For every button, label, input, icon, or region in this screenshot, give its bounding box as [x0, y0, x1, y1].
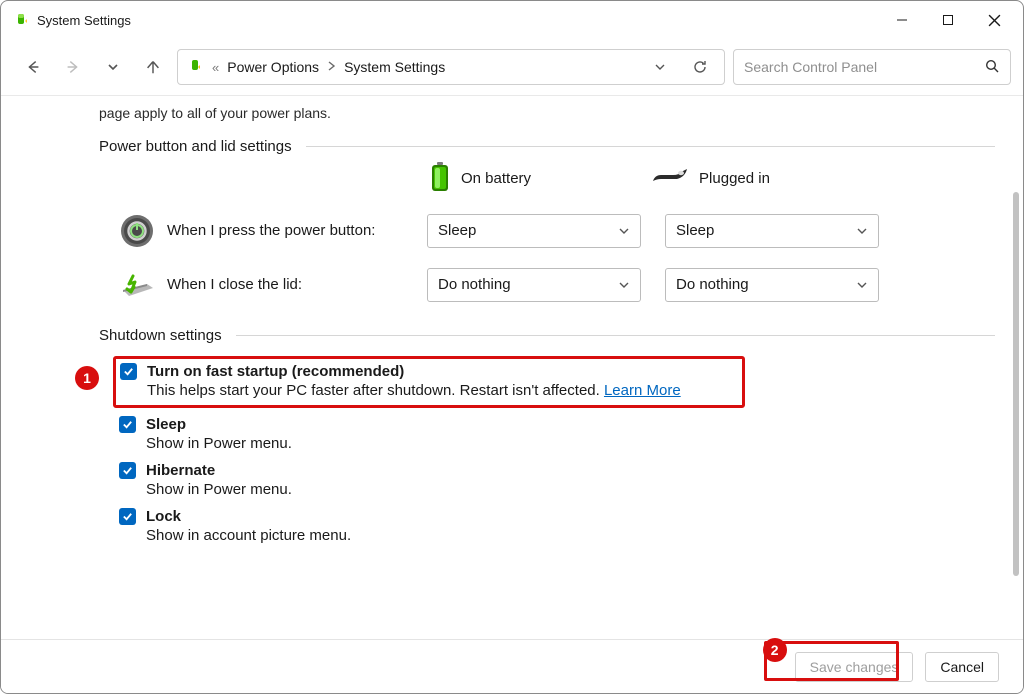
system-settings-window: System Settings	[0, 0, 1024, 694]
chevron-down-icon	[856, 225, 868, 237]
item-desc: Show in Power menu.	[146, 481, 995, 498]
power-plan-icon	[186, 57, 204, 78]
app-icon	[13, 11, 31, 29]
checkbox-fast-startup[interactable]	[120, 363, 137, 380]
shutdown-item-fast-startup: Turn on fast startup (recommended) This …	[120, 363, 736, 399]
power-button-icon	[117, 211, 157, 251]
col-plugged-label: Plugged in	[699, 170, 770, 187]
plug-icon	[651, 167, 689, 191]
section-power-button: Power button and lid settings	[99, 138, 995, 155]
save-changes-button[interactable]: Save changes	[795, 652, 914, 682]
annotation-marker-2: 2	[763, 638, 787, 662]
chevron-down-icon	[618, 225, 630, 237]
minimize-button[interactable]	[879, 4, 925, 36]
learn-more-link[interactable]: Learn More	[604, 382, 681, 399]
titlebar: System Settings	[1, 1, 1023, 39]
section-shutdown: Shutdown settings	[99, 327, 995, 344]
section-label: Shutdown settings	[99, 327, 222, 344]
item-desc: Show in Power menu.	[146, 435, 995, 452]
row-close-lid: When I close the lid: Do nothing Do noth…	[117, 265, 995, 305]
select-lid-battery[interactable]: Do nothing	[427, 268, 641, 302]
annotation-highlight-1: Turn on fast startup (recommended) This …	[113, 356, 745, 408]
shutdown-item-sleep: Sleep Show in Power menu.	[119, 416, 995, 452]
cancel-button[interactable]: Cancel	[925, 652, 999, 682]
item-desc: Show in account picture menu.	[146, 527, 995, 544]
content-area: page apply to all of your power plans. P…	[1, 95, 1023, 693]
search-box[interactable]: Search Control Panel	[733, 49, 1011, 85]
section-label: Power button and lid settings	[99, 138, 292, 155]
intro-text: page apply to all of your power plans.	[99, 104, 995, 124]
select-lid-plugged[interactable]: Do nothing	[665, 268, 879, 302]
select-power-battery[interactable]: Sleep	[427, 214, 641, 248]
item-desc: This helps start your PC faster after sh…	[147, 382, 600, 399]
footer: 2 Save changes Cancel	[1, 639, 1023, 693]
address-dropdown[interactable]	[644, 60, 676, 74]
item-title: Sleep	[146, 416, 186, 433]
window-title: System Settings	[37, 13, 131, 28]
checkbox-sleep[interactable]	[119, 416, 136, 433]
col-battery-label: On battery	[461, 170, 531, 187]
breadcrumb-current[interactable]: System Settings	[344, 59, 445, 75]
forward-button[interactable]	[57, 51, 89, 83]
up-button[interactable]	[137, 51, 169, 83]
row-power-button: When I press the power button: Sleep Sle…	[117, 211, 995, 251]
recent-dropdown[interactable]	[97, 51, 129, 83]
maximize-button[interactable]	[925, 4, 971, 36]
annotation-marker-1: 1	[75, 366, 99, 390]
battery-icon	[429, 161, 451, 197]
chevron-down-icon	[856, 279, 868, 291]
checkbox-lock[interactable]	[119, 508, 136, 525]
shutdown-item-lock: Lock Show in account picture menu.	[119, 508, 995, 544]
laptop-lid-icon	[117, 265, 157, 305]
toolbar: « Power Options System Settings Search C…	[1, 39, 1023, 95]
item-title: Turn on fast startup (recommended)	[147, 363, 404, 380]
chevron-down-icon	[618, 279, 630, 291]
item-title: Hibernate	[146, 462, 215, 479]
breadcrumb-prefix: «	[212, 60, 219, 75]
shutdown-item-hibernate: Hibernate Show in Power menu.	[119, 462, 995, 498]
close-button[interactable]	[971, 4, 1017, 36]
item-title: Lock	[146, 508, 181, 525]
column-headers: On battery Plugged in	[429, 161, 995, 197]
breadcrumb-parent[interactable]: Power Options	[227, 59, 319, 75]
row-label: When I close the lid:	[167, 276, 427, 293]
select-power-plugged[interactable]: Sleep	[665, 214, 879, 248]
row-label: When I press the power button:	[167, 222, 427, 239]
address-bar[interactable]: « Power Options System Settings	[177, 49, 725, 85]
checkbox-hibernate[interactable]	[119, 462, 136, 479]
search-icon	[984, 58, 1000, 77]
chevron-right-icon	[327, 60, 336, 75]
search-placeholder: Search Control Panel	[744, 59, 976, 75]
back-button[interactable]	[17, 51, 49, 83]
refresh-button[interactable]	[684, 59, 716, 75]
